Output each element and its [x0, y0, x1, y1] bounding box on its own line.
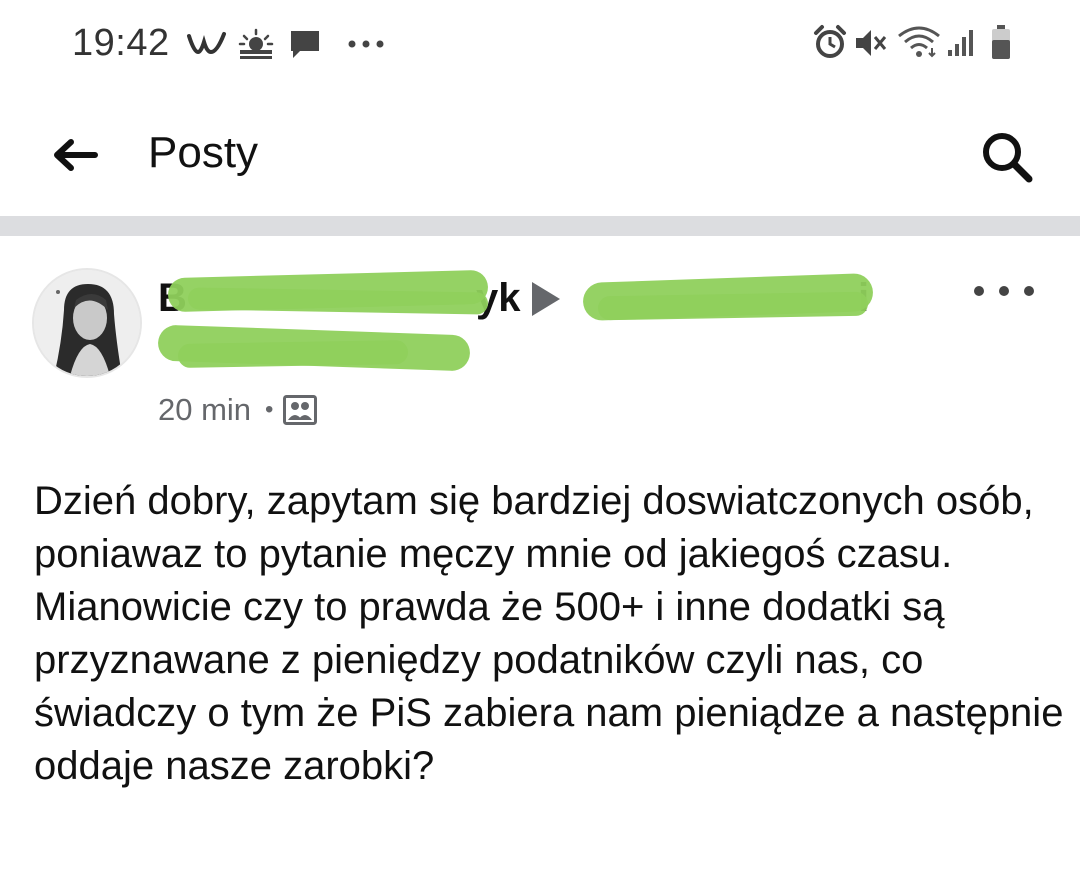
post-author-line: B yk i: [157, 269, 918, 382]
page-title: Posty: [148, 128, 259, 177]
screen: 19:42 Posty yk 20 min • Dzień dobry, zap…: [0, 0, 1080, 888]
mute-icon: [856, 30, 887, 56]
post-body: Dzień dobry, zapytam się bardziej doswia…: [34, 479, 1064, 788]
redaction-group-2: [597, 291, 869, 321]
search-icon: [983, 133, 1033, 183]
post-time[interactable]: 20 min: [158, 392, 251, 428]
post-meta: 20 min •: [158, 388, 318, 432]
app-bar: Posty: [0, 100, 1080, 215]
section-divider: [0, 216, 1080, 236]
alarm-icon: [814, 25, 846, 58]
meta-separator: •: [265, 396, 274, 423]
redaction-author-2: [187, 287, 489, 315]
shared-to-arrow-icon: [532, 282, 560, 316]
chat-bubble-icon: [291, 31, 319, 58]
w-app-icon: [187, 32, 226, 55]
status-time: 19:42: [72, 22, 170, 64]
redaction-group-line2b: [177, 339, 409, 369]
battery-icon: [992, 25, 1010, 59]
avatar[interactable]: [32, 268, 142, 378]
back-arrow-icon: [54, 139, 98, 171]
more-dot-icon: [974, 286, 984, 296]
post-options-button[interactable]: [974, 276, 1034, 306]
profile-photo: [34, 270, 140, 376]
more-dot-icon: [999, 286, 1009, 296]
status-bar: 19:42: [0, 0, 1080, 90]
weather-sun-cloud-icon: [238, 28, 274, 59]
more-dot-icon: [1024, 286, 1034, 296]
group-members-icon: [283, 395, 318, 425]
wifi-icon: [898, 26, 940, 58]
more-notifications-icon: [348, 40, 384, 48]
back-button[interactable]: [40, 125, 110, 185]
search-button[interactable]: [972, 122, 1042, 192]
signal-icon: [948, 30, 973, 56]
